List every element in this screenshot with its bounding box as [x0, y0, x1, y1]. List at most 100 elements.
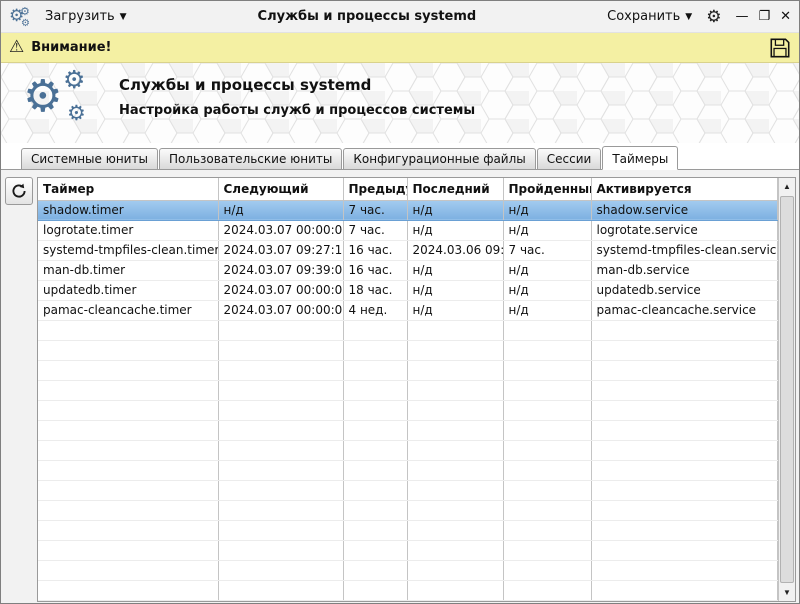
scroll-up-button[interactable]: ▲: [779, 178, 795, 195]
table-row[interactable]: man-db.timer2024.03.07 09:39:0016 час.н/…: [38, 260, 778, 280]
tab-user-units[interactable]: Пользовательские юниты: [159, 148, 342, 170]
chevron-down-icon: ▼: [120, 12, 127, 22]
table-cell: 2024.03.07 09:39:00: [218, 260, 343, 280]
table-cell: н/д: [503, 280, 591, 300]
table-cell: updatedb.timer: [38, 280, 218, 300]
warning-icon: ⚠: [9, 39, 24, 56]
vertical-scrollbar: ▲ ▼: [778, 178, 795, 601]
table-cell: 7 час.: [503, 240, 591, 260]
window-title: Службы и процессы systemd: [139, 9, 596, 24]
close-button[interactable]: ✕: [780, 10, 791, 23]
tab-config-files[interactable]: Конфигурационные файлы: [343, 148, 535, 170]
table-cell: systemd-tmpfiles-clean.timer: [38, 240, 218, 260]
table-cell: shadow.service: [591, 200, 778, 220]
table-cell: man-db.service: [591, 260, 778, 280]
empty-row: [38, 560, 778, 580]
column-header-previous[interactable]: Предыдущ: [343, 178, 407, 200]
load-button-label: Загрузить: [45, 9, 115, 24]
titlebar: ⚙ ⚙ ⚙ Загрузить ▼ Службы и процессы syst…: [1, 1, 799, 33]
empty-row: [38, 360, 778, 380]
table-cell: н/д: [407, 300, 503, 320]
header-text: Службы и процессы systemd Настройка рабо…: [119, 76, 475, 118]
table-cell: logrotate.timer: [38, 220, 218, 240]
save-button-label: Сохранить: [607, 9, 680, 24]
maximize-button[interactable]: ❐: [758, 10, 770, 23]
tab-sessions[interactable]: Сессии: [537, 148, 602, 170]
table-row[interactable]: logrotate.timer2024.03.07 00:00:007 час.…: [38, 220, 778, 240]
table-cell: 2024.03.06 09:27:19: [407, 240, 503, 260]
column-header-last[interactable]: Последний: [407, 178, 503, 200]
table-cell: 2024.03.07 00:00:00: [218, 220, 343, 240]
empty-row: [38, 400, 778, 420]
table-cell: 16 час.: [343, 260, 407, 280]
warning-bar: ⚠ Внимание!: [1, 33, 799, 63]
empty-row: [38, 520, 778, 540]
settings-gear-button[interactable]: ⚙: [704, 7, 723, 27]
table-row[interactable]: updatedb.timer2024.03.07 00:00:0018 час.…: [38, 280, 778, 300]
table-cell: pamac-cleancache.timer: [38, 300, 218, 320]
empty-row: [38, 580, 778, 600]
table-cell: н/д: [503, 300, 591, 320]
load-button[interactable]: Загрузить ▼: [41, 7, 131, 26]
table-cell: 7 час.: [343, 200, 407, 220]
scrollbar-thumb[interactable]: [780, 196, 794, 583]
column-header-timer[interactable]: Таймер: [38, 178, 218, 200]
column-header-next[interactable]: Следующий: [218, 178, 343, 200]
table-cell: man-db.timer: [38, 260, 218, 280]
table-cell: 16 час.: [343, 240, 407, 260]
table-cell: 4 нед.: [343, 300, 407, 320]
table-cell: н/д: [407, 260, 503, 280]
floppy-disk-icon: [769, 37, 791, 59]
table-cell: н/д: [407, 280, 503, 300]
table-cell: н/д: [503, 260, 591, 280]
timer-table: Таймер Следующий Предыдущ Последний Прой…: [37, 177, 796, 602]
scroll-down-button[interactable]: ▼: [779, 584, 795, 601]
window-controls: — ❐ ✕: [735, 10, 791, 23]
table-row[interactable]: pamac-cleancache.timer2024.03.07 00:00:0…: [38, 300, 778, 320]
content-area: Таймер Следующий Предыдущ Последний Прой…: [1, 170, 799, 604]
table-cell: systemd-tmpfiles-clean.service: [591, 240, 778, 260]
table-cell: 7 час.: [343, 220, 407, 240]
empty-row: [38, 460, 778, 480]
empty-row: [38, 320, 778, 340]
table-cell: н/д: [218, 200, 343, 220]
column-header-passed[interactable]: Пройденный: [503, 178, 591, 200]
empty-row: [38, 420, 778, 440]
empty-row: [38, 380, 778, 400]
table-cell: pamac-cleancache.service: [591, 300, 778, 320]
table-cell: н/д: [407, 200, 503, 220]
refresh-icon: [11, 183, 27, 199]
empty-row: [38, 500, 778, 520]
table-cell: н/д: [407, 220, 503, 240]
table-cell: н/д: [503, 200, 591, 220]
column-header-activates[interactable]: Активируется: [591, 178, 778, 200]
table-cell: н/д: [503, 220, 591, 240]
save-button[interactable]: Сохранить ▼: [603, 7, 696, 26]
table-header-row: Таймер Следующий Предыдущ Последний Прой…: [38, 178, 778, 200]
save-file-button[interactable]: [769, 37, 791, 59]
app-window: ⚙ ⚙ ⚙ Загрузить ▼ Службы и процессы syst…: [0, 0, 800, 604]
tab-timers[interactable]: Таймеры: [602, 146, 678, 170]
tab-system-units[interactable]: Системные юниты: [21, 148, 158, 170]
timer-table-body: shadow.timerн/д7 час.н/дн/дshadow.servic…: [38, 200, 778, 601]
empty-row: [38, 440, 778, 460]
table-row[interactable]: systemd-tmpfiles-clean.timer2024.03.07 0…: [38, 240, 778, 260]
page-subtitle: Настройка работы служб и процессов систе…: [119, 103, 475, 118]
table-cell: 2024.03.07 09:27:19: [218, 240, 343, 260]
empty-row: [38, 540, 778, 560]
chevron-down-icon: ▼: [685, 12, 692, 22]
table-cell: updatedb.service: [591, 280, 778, 300]
table-row[interactable]: shadow.timerн/д7 час.н/дн/дshadow.servic…: [38, 200, 778, 220]
app-header: ⚙ ⚙ ⚙ Службы и процессы systemd Настройк…: [1, 63, 799, 143]
empty-row: [38, 340, 778, 360]
page-title: Службы и процессы systemd: [119, 76, 475, 94]
table-cell: shadow.timer: [38, 200, 218, 220]
minimize-button[interactable]: —: [735, 10, 748, 23]
empty-row: [38, 480, 778, 500]
refresh-button[interactable]: [5, 177, 33, 205]
table-cell: 18 час.: [343, 280, 407, 300]
table-cell: 2024.03.07 00:00:00: [218, 300, 343, 320]
table-cell: logrotate.service: [591, 220, 778, 240]
table-cell: 2024.03.07 00:00:00: [218, 280, 343, 300]
app-gears-icon: ⚙ ⚙ ⚙: [9, 6, 33, 28]
